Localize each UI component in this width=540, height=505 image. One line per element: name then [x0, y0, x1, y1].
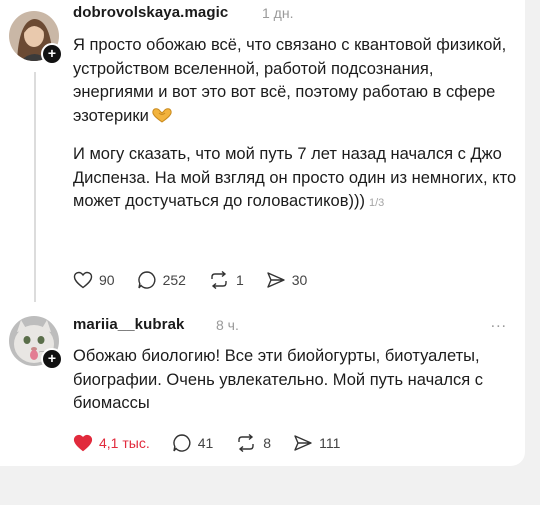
repost-count: 8: [263, 435, 272, 451]
post-paragraph: И могу сказать, что мой путь 7 лет назад…: [73, 145, 517, 210]
comment-icon: [173, 434, 191, 452]
action-bar: 4,1 тыс. 41 8 111: [73, 433, 362, 453]
post-time: 8 ч.: [216, 317, 239, 333]
feed-card: + dobrovolskaya.magic 1 дн. Я просто обо…: [0, 0, 525, 466]
share-button[interactable]: 111: [293, 434, 340, 452]
share-button[interactable]: 30: [266, 271, 308, 289]
heart-filled-icon: [73, 434, 93, 452]
page-count: 1/3: [368, 197, 385, 209]
heart-icon: [73, 271, 93, 289]
send-icon: [267, 272, 285, 288]
repost-icon: [211, 271, 227, 289]
action-bar: 90 252 1 30: [73, 270, 329, 290]
username[interactable]: dobrovolskaya.magic: [73, 4, 228, 21]
comment-button[interactable]: 41: [172, 433, 214, 453]
post-text: Я просто обожаю всё, что связано с квант…: [73, 34, 518, 216]
comment-count: 252: [162, 272, 186, 288]
like-count: 90: [99, 272, 115, 288]
comment-icon: [137, 271, 156, 289]
repost-button[interactable]: 8: [235, 434, 271, 452]
send-icon: [294, 435, 312, 451]
repost-count: 1: [235, 272, 244, 288]
like-count: 4,1 тыс.: [99, 435, 150, 451]
post-time: 1 дн.: [262, 5, 294, 21]
heart-hands-icon: [151, 107, 173, 131]
post-paragraph: Обожаю биологию! Все эти биойогурты, био…: [73, 347, 483, 412]
follow-plus-icon[interactable]: +: [41, 43, 63, 65]
like-button[interactable]: 90: [73, 271, 115, 289]
more-options-button[interactable]: ...: [491, 314, 507, 332]
post-text: Обожаю биологию! Все эти биойогурты, био…: [73, 345, 518, 416]
post-paragraph: Я просто обожаю всё, что связано с квант…: [73, 36, 507, 125]
avatar[interactable]: +: [9, 316, 63, 370]
comment-button[interactable]: 252: [137, 270, 186, 290]
repost-button[interactable]: 1: [208, 271, 244, 289]
share-count: 111: [319, 435, 341, 451]
username[interactable]: mariia__kubrak: [73, 316, 184, 333]
comment-count: 41: [197, 435, 214, 451]
repost-icon: [238, 434, 254, 452]
share-count: 30: [291, 272, 308, 288]
thread-line: [34, 72, 36, 302]
like-button[interactable]: 4,1 тыс.: [73, 434, 150, 452]
avatar[interactable]: +: [9, 11, 63, 65]
follow-plus-icon[interactable]: +: [41, 348, 63, 370]
